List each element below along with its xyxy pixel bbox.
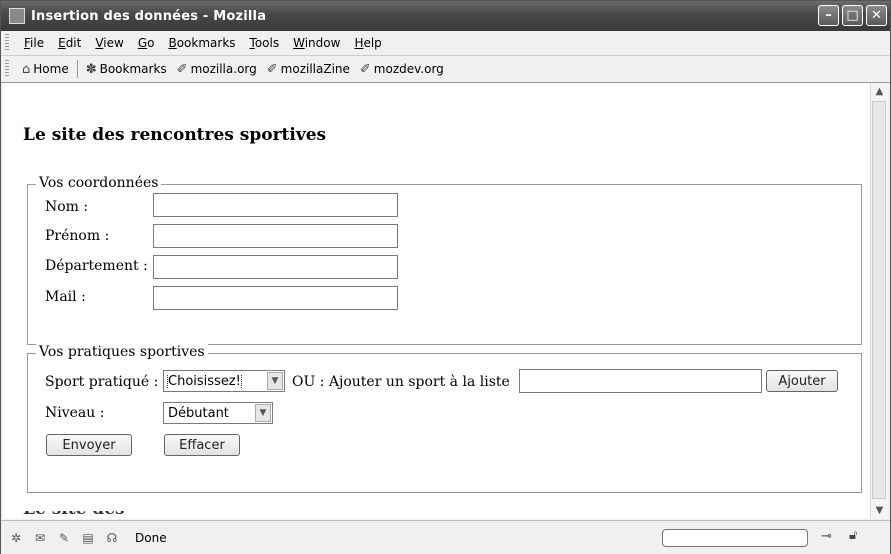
bookmarks-icon: ✽ xyxy=(85,61,97,77)
bookmark-label: Bookmarks xyxy=(99,62,167,76)
home-icon: ⌂ xyxy=(22,61,31,77)
effacer-button[interactable]: Effacer xyxy=(164,434,240,456)
bookmark-bookmarks[interactable]: ✽ Bookmarks xyxy=(81,62,172,77)
status-bar: ✲ ✉ ✎ ▤ ☊ Done ⊸ 🔓︎ xyxy=(1,520,890,554)
menu-window[interactable]: Window xyxy=(286,36,347,50)
contact-fieldset: Vos coordonnées Nom : Prénom : Départeme… xyxy=(27,175,862,345)
mail-icon[interactable]: ✉ xyxy=(31,531,49,545)
prenom-input[interactable] xyxy=(153,224,398,248)
contact-legend: Vos coordonnées xyxy=(36,175,162,191)
menu-bookmarks[interactable]: Bookmarks xyxy=(161,36,242,50)
sport-label: Sport pratiqué : xyxy=(45,374,159,390)
navigator-icon[interactable]: ✲ xyxy=(7,531,25,545)
bookmark-link-icon: ✐ xyxy=(359,61,371,77)
departement-label: Département : xyxy=(45,258,148,274)
bookmark-mozillazine[interactable]: ✐ mozillaZine xyxy=(262,62,355,77)
nom-input[interactable] xyxy=(153,193,398,217)
bookmark-link-icon: ✐ xyxy=(176,61,188,77)
mail-label: Mail : xyxy=(45,289,86,305)
maximize-button[interactable]: □ xyxy=(842,5,863,26)
bookmark-home[interactable]: ⌂ Home xyxy=(17,62,74,77)
bookmark-mozilla-org[interactable]: ✐ mozilla.org xyxy=(172,62,262,77)
scroll-thumb[interactable] xyxy=(872,101,886,499)
page-content: Le site des rencontres sportives Vos coo… xyxy=(3,83,871,519)
address-book-icon[interactable]: ▤ xyxy=(79,531,97,545)
prenom-label: Prénom : xyxy=(45,228,110,244)
bookmark-mozdev-org[interactable]: ✐ mozdev.org xyxy=(355,62,449,77)
bookmark-link-icon: ✐ xyxy=(266,61,278,77)
ajouter-button[interactable]: Ajouter xyxy=(766,370,838,392)
scroll-up-icon[interactable]: ▲ xyxy=(871,83,888,100)
sports-fieldset: Vos pratiques sportives Sport pratiqué :… xyxy=(27,344,862,493)
irc-chat-icon[interactable]: ☊ xyxy=(103,531,121,545)
toolbar-grip[interactable] xyxy=(5,34,9,52)
envoyer-button[interactable]: Envoyer xyxy=(46,434,132,456)
close-button[interactable]: ✕ xyxy=(866,5,887,26)
composer-icon[interactable]: ✎ xyxy=(55,531,73,545)
sport-select-value: Choisissez! xyxy=(164,373,267,389)
sport-selected-text: Choisissez! xyxy=(167,373,242,389)
cut-off-heading: Le site des rencontres xyxy=(23,511,223,517)
ou-label: OU : Ajouter un sport à la liste xyxy=(292,374,510,390)
menu-tools[interactable]: Tools xyxy=(243,36,287,50)
mail-input[interactable] xyxy=(153,286,398,310)
window-title: Insertion des données - Mozilla xyxy=(31,8,267,24)
menu-file[interactable]: File xyxy=(17,36,51,50)
new-sport-input[interactable] xyxy=(519,369,762,393)
minimize-button[interactable]: – xyxy=(818,5,839,26)
bookmarks-toolbar: ⌂ Home ✽ Bookmarks ✐ mozilla.org ✐ mozil… xyxy=(1,56,890,83)
menu-go[interactable]: Go xyxy=(131,36,162,50)
progress-meter xyxy=(662,529,808,547)
bookmark-label: mozillaZine xyxy=(280,62,350,76)
departement-input[interactable] xyxy=(153,255,398,279)
toolbar-separator xyxy=(76,60,78,78)
page-title: Le site des rencontres sportives xyxy=(23,125,327,145)
nom-label: Nom : xyxy=(45,199,89,215)
vertical-scrollbar[interactable]: ▲ ▼ xyxy=(870,83,888,519)
niveau-select-value: Débutant xyxy=(168,405,229,421)
sports-legend: Vos pratiques sportives xyxy=(36,344,208,360)
online-status-icon[interactable]: ⊸ xyxy=(821,529,832,544)
app-icon xyxy=(9,8,25,24)
title-bar: Insertion des données - Mozilla – □ ✕ xyxy=(1,1,890,31)
chevron-down-icon[interactable]: ▼ xyxy=(267,372,283,390)
bookmark-label: Home xyxy=(33,62,69,76)
menu-help[interactable]: Help xyxy=(347,36,388,50)
sport-select[interactable]: Choisissez! ▼ xyxy=(163,370,285,392)
niveau-select[interactable]: Débutant ▼ xyxy=(163,402,273,424)
browser-window: Insertion des données - Mozilla – □ ✕ Fi… xyxy=(0,0,891,554)
toolbar-grip[interactable] xyxy=(5,60,9,78)
menu-edit[interactable]: Edit xyxy=(51,36,88,50)
menu-view[interactable]: View xyxy=(88,36,130,50)
lock-icon: 🔓︎ xyxy=(849,528,858,543)
scroll-down-icon[interactable]: ▼ xyxy=(871,502,888,519)
menu-bar: File Edit View Go Bookmarks Tools Window… xyxy=(1,31,890,56)
niveau-label: Niveau : xyxy=(45,405,105,421)
bookmark-label: mozdev.org xyxy=(373,62,444,76)
chevron-down-icon[interactable]: ▼ xyxy=(255,404,271,422)
status-text: Done xyxy=(135,530,167,545)
bookmark-label: mozilla.org xyxy=(190,62,257,76)
window-controls: – □ ✕ xyxy=(818,5,887,26)
